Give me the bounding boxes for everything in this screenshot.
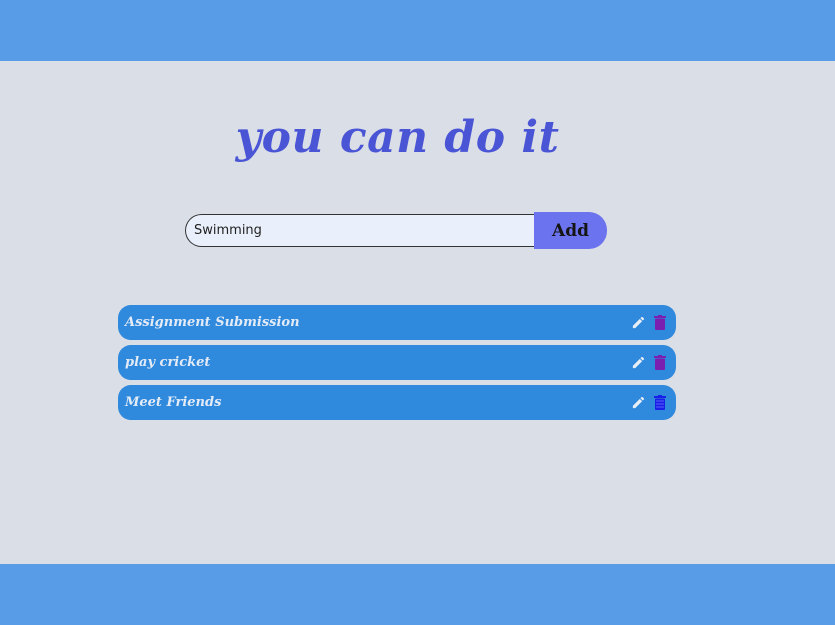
item-actions — [630, 354, 668, 372]
pencil-icon[interactable] — [630, 314, 646, 332]
page-title: you can do it — [235, 112, 560, 163]
pencil-icon[interactable] — [630, 394, 646, 412]
list-item: Assignment Submission — [118, 305, 676, 340]
list-item: Meet Friends — [118, 385, 676, 420]
item-actions — [630, 394, 668, 412]
trash-icon[interactable] — [652, 314, 668, 332]
bottom-banner — [0, 564, 835, 625]
todo-list: Assignment Submission play cricket Meet … — [118, 305, 676, 425]
todo-text: Meet Friends — [125, 395, 222, 410]
trash-icon[interactable] — [652, 354, 668, 372]
top-banner — [0, 0, 835, 61]
list-item: play cricket — [118, 345, 676, 380]
task-input[interactable] — [185, 214, 534, 247]
todo-text: play cricket — [125, 355, 211, 370]
add-task-form: Add — [185, 212, 607, 249]
item-actions — [630, 314, 668, 332]
pencil-icon[interactable] — [630, 354, 646, 372]
add-button[interactable]: Add — [534, 212, 607, 249]
trash-icon[interactable] — [652, 394, 668, 412]
todo-text: Assignment Submission — [125, 315, 300, 330]
